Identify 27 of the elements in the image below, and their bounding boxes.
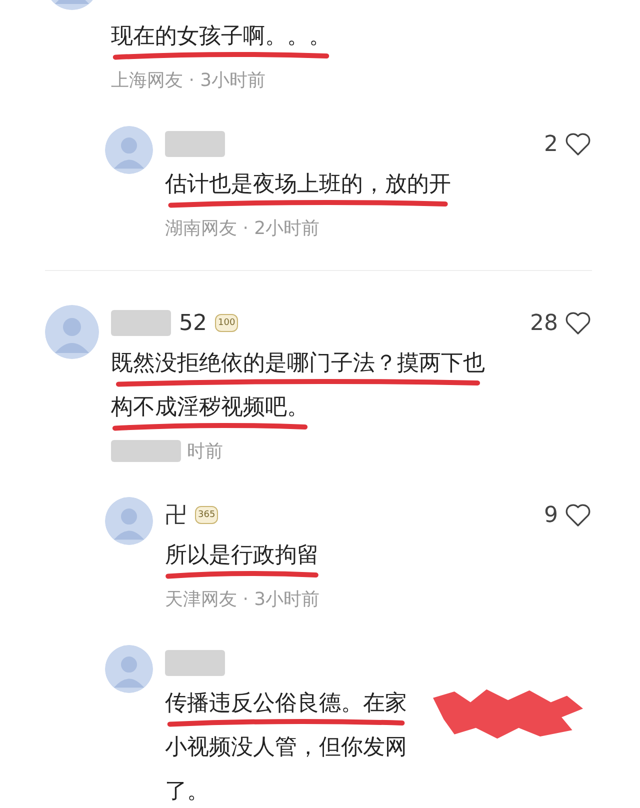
comment-text: 小视频没人管，但你发网 [165,734,407,762]
blurred-name [165,131,225,157]
comment-text: 了。 [165,778,209,806]
blurred-location [111,440,181,462]
comment-text: 现在的女孩子啊。。。 [111,23,331,51]
level-badge: 100 [215,314,238,332]
location-time: 天津网友 · 3小时前 [165,588,320,611]
comment-text: 构不成淫秽视频吧。 [111,394,309,422]
comment-text: 既然没拒绝依的是哪门子法？摸两下也 [111,350,485,378]
location-time: 时前 [187,440,223,463]
like-count: 2 [544,132,558,156]
blurred-name [111,310,171,336]
avatar-icon[interactable] [45,305,99,359]
like-count: 9 [544,502,558,528]
location-time: 上海网友 · 3小时前 [111,69,266,92]
blurred-name [165,650,225,676]
location-time: 湖南网友 · 2小时前 [165,217,320,240]
avatar-icon[interactable] [105,497,153,545]
comment-text: 所以是行政拘留 [165,542,319,570]
avatar-icon[interactable] [105,126,153,174]
comment-text: 估计也是夜场上班的，放的开 [165,171,451,199]
avatar-icon[interactable] [105,645,153,693]
user-name[interactable]: 52 [179,310,207,336]
like-count: 28 [530,310,558,336]
comment-text: 传播违反公俗良德。在家 [165,690,407,718]
user-name[interactable]: 卍 [165,500,187,530]
level-badge: 365 [195,506,218,524]
